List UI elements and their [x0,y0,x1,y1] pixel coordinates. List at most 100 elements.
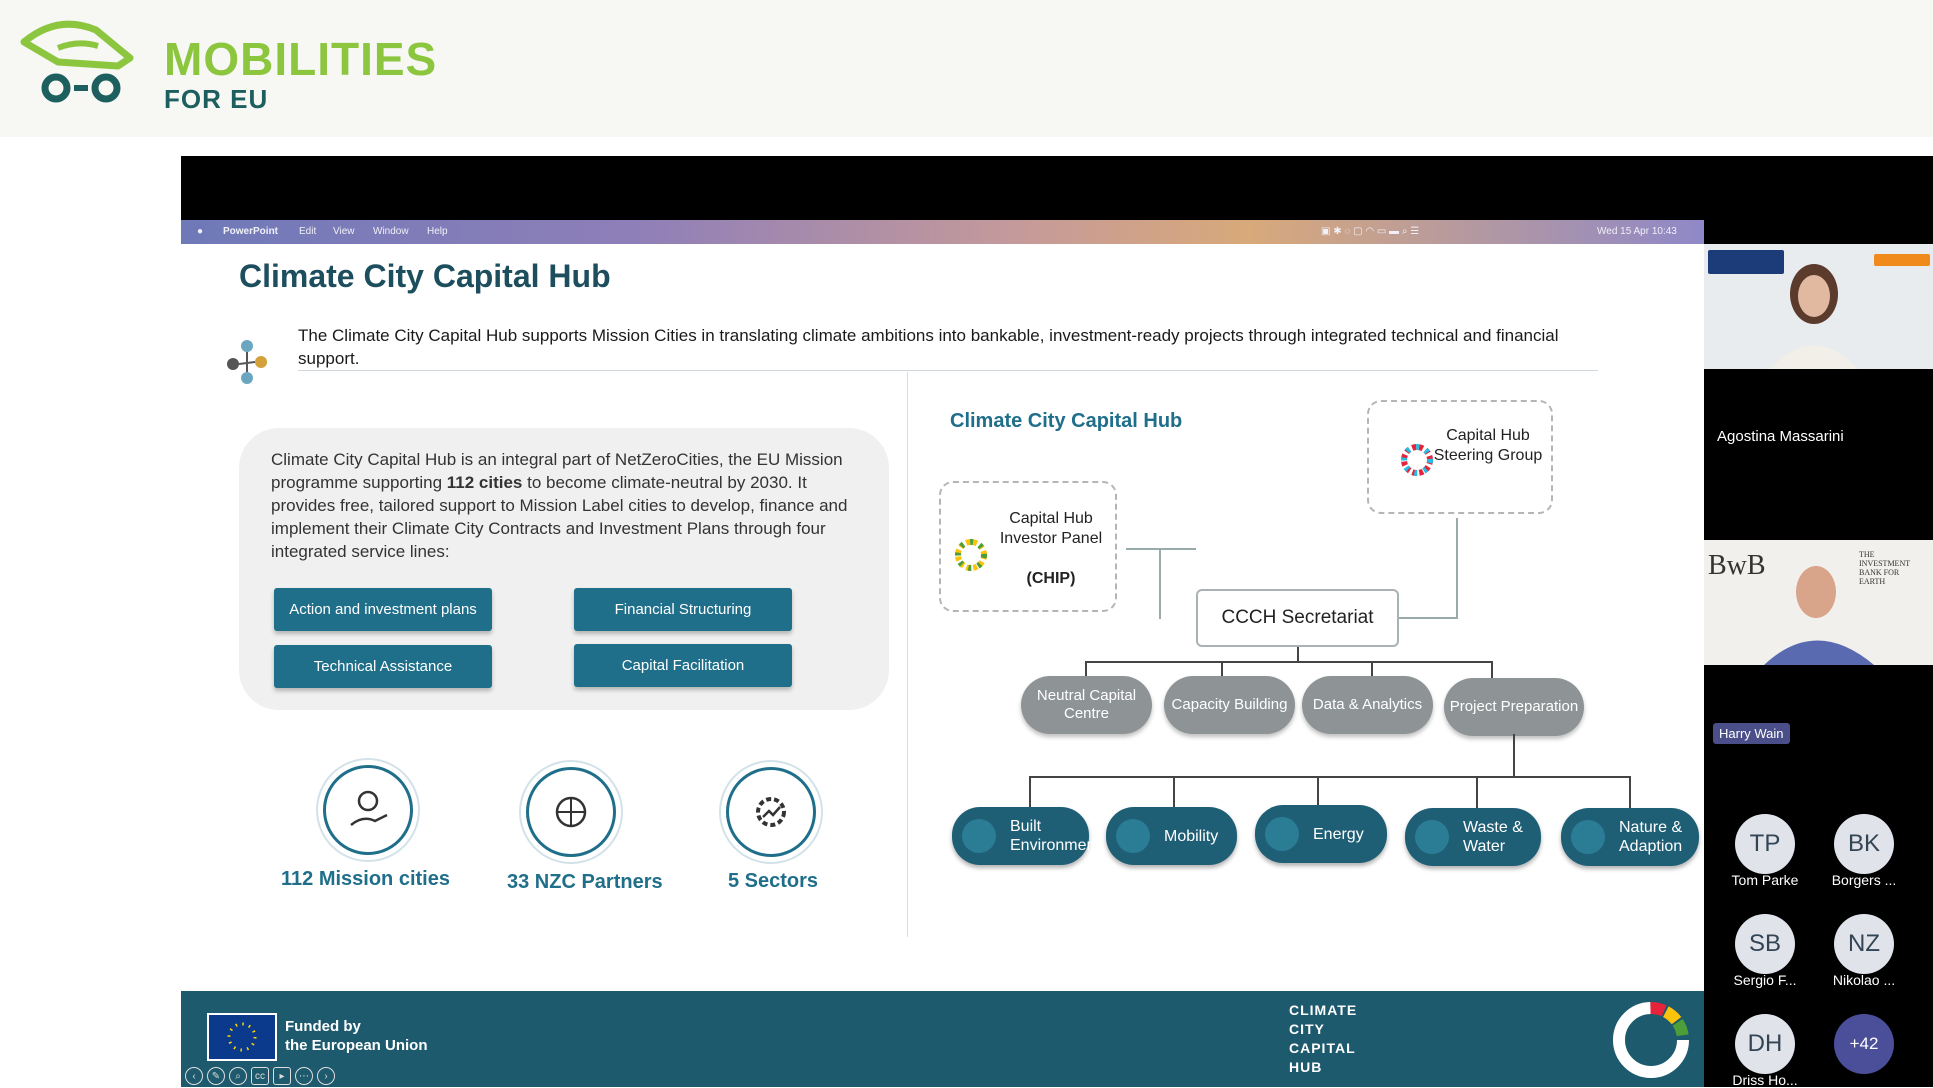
menu-clock: Wed 15 Apr 10:43 [1597,226,1677,237]
sector-label: Waste & Water [1463,819,1523,855]
ccch-ring-logo [1613,1002,1689,1078]
mac-menu-bar: ● PowerPoint Edit View Window Help ▣ ✱ ◌… [181,220,1704,244]
diagram-title: Climate City Capital Hub [950,410,1183,432]
connector [1629,776,1631,808]
sdg-wheel-icon [955,539,987,571]
avatar-sb[interactable]: SB [1735,914,1795,974]
sector-label: Mobility [1164,827,1219,845]
avatar-nz[interactable]: NZ [1834,914,1894,974]
water-drop-icon [1415,820,1449,854]
funded-line2: the European Union [285,1037,428,1054]
prev-slide-icon[interactable]: ‹ [185,1067,203,1085]
status-icons: ▣ ✱ ◌ ▢ ◠ ▭ ▬ ⌕ ☰ [1321,226,1420,237]
energy-icon [1265,817,1299,851]
avatar-name: Sergio F... [1733,972,1797,988]
pen-icon[interactable]: ✎ [207,1067,225,1085]
investor-panel-abbr: (CHIP) [1026,570,1076,587]
slide-footer: Funded by the European Union CLIMATE CIT… [181,991,1704,1087]
avatar-name: Tom Parke [1731,872,1799,888]
brand-title: MOBILITIES [164,33,438,85]
connector [1491,661,1493,678]
menu-view[interactable]: View [333,226,355,237]
sector-label: Nature & Adaption [1619,819,1683,855]
service-action-plans: Action and investment plans [274,588,492,631]
unit-project-preparation: Project Preparation [1444,678,1584,736]
menu-help[interactable]: Help [427,226,448,237]
captions-icon[interactable]: cc [251,1067,269,1085]
video-tile-agostina[interactable] [1704,244,1933,369]
divider [298,370,1598,371]
funded-by-text: Funded by the European Union [285,1017,428,1055]
ccch-word: HUB [1289,1059,1323,1075]
avatar-bk[interactable]: BK [1834,814,1894,874]
sector-label: Built Environment [1010,818,1100,854]
avatar-name: Borgers ... [1831,872,1897,888]
sector-built-environment: Built Environment [952,807,1100,865]
network-icon [227,340,267,384]
more-participants-button[interactable]: +42 [1834,1014,1894,1074]
investor-panel-box: Capital Hub Investor Panel (CHIP) [939,481,1117,612]
avatar-tp[interactable]: TP [1735,814,1795,874]
gear-growth-icon [726,767,816,857]
stat-nzc-partners: 33 NZC Partners [507,871,663,893]
info-text-bold: 112 cities [446,473,523,492]
video-tile-harry[interactable]: BwB THE INVESTMENT BANK FOR EARTH [1704,540,1933,665]
secretariat-box: CCCH Secretariat [1196,589,1399,647]
sector-nature-adaption: Nature & Adaption [1561,808,1699,866]
sector-energy: Energy [1255,805,1387,863]
sector-mobility: Mobility [1106,807,1237,865]
service-capital-facilitation: Capital Facilitation [574,644,792,687]
steering-group-box: Capital Hub Steering Group [1367,400,1553,514]
shared-slide: ● PowerPoint Edit View Window Help ▣ ✱ ◌… [181,220,1704,1087]
participant-panel: Agostina Massarini BwB THE INVESTMENT BA… [1704,220,1933,1088]
stat-mission-cities: 112 Mission cities [281,868,450,890]
zoom-icon[interactable]: ⌕ [229,1067,247,1085]
steering-group-label: Capital Hub Steering Group [1433,427,1543,464]
avatar-dh[interactable]: DH [1735,1014,1795,1074]
investor-panel-label: Capital Hub Investor Panel [999,510,1103,547]
connector [1159,548,1161,619]
eu-flag-icon [207,1013,277,1061]
person-video [1770,264,1858,369]
sector-waste-water: Waste & Water [1405,808,1541,866]
sector-label: Energy [1313,825,1364,843]
sdg-wheel-icon [1401,444,1433,476]
unit-capacity-building: Capacity Building [1164,676,1295,734]
service-technical-assistance: Technical Assistance [274,645,492,688]
bus-icon [1116,819,1150,853]
unit-neutral-capital-centre: Neutral Capital Centre [1021,676,1152,734]
slide-intro-text: The Climate City Capital Hub supports Mi… [298,326,1559,368]
avatar-name: Driss Ho... [1732,1072,1798,1088]
ccch-logo-text: CLIMATE CITY CAPITAL HUB [1289,1001,1357,1077]
connector [1159,548,1196,550]
slide-title: Climate City Capital Hub [239,258,611,294]
tree-icon [1571,820,1605,854]
more-options-icon[interactable]: ⋯ [295,1067,313,1085]
next-slide-icon[interactable]: › [317,1067,335,1085]
connector [1456,518,1458,619]
participant-tag-harry: Harry Wain [1713,723,1790,744]
ccch-word: CAPITAL [1289,1040,1356,1056]
globe-network-icon [526,767,616,857]
connector [1085,661,1493,663]
apple-icon[interactable]: ● [197,226,203,237]
person-video [1764,566,1874,665]
connector [1476,776,1478,808]
menu-window[interactable]: Window [373,226,409,237]
connector [1126,548,1161,550]
participant-name-agostina: Agostina Massarini [1717,428,1844,445]
camera-icon[interactable]: ▸ [273,1067,291,1085]
building-icon [962,819,996,853]
mobilities-logo: MOBILITIES FOR EU [18,18,458,118]
menu-edit[interactable]: Edit [299,226,316,237]
funded-line1: Funded by [285,1018,361,1035]
vertical-divider [907,372,908,937]
menu-app-name[interactable]: PowerPoint [223,226,278,237]
connector [1029,776,1631,778]
avatar-name: Nikolao ... [1832,972,1896,988]
top-banner: MOBILITIES FOR EU [0,0,1933,137]
ccch-word: CITY [1289,1021,1325,1037]
car-logo-icon [20,20,134,103]
ccch-word: CLIMATE [1289,1002,1358,1018]
brand-subtitle: FOR EU [164,84,269,114]
